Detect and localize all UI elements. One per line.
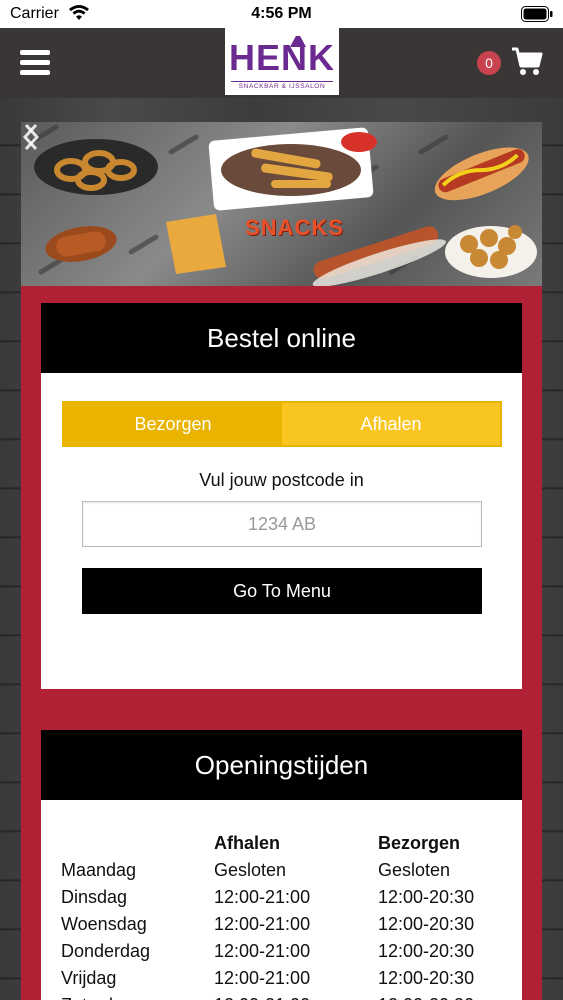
opening-hours-title: Openingstijden	[41, 730, 522, 800]
battery-icon	[521, 6, 553, 22]
day-cell: Woensdag	[61, 914, 147, 934]
table-row: Donderdag 12:00-21:00 12:00-20:30	[61, 938, 508, 965]
table-row: Woensdag 12:00-21:00 12:00-20:30	[61, 911, 508, 938]
pickup-cell: 12:00-21:00	[214, 887, 311, 907]
menu-icon[interactable]	[20, 50, 50, 76]
order-card: Bestel online Bezorgen Afhalen Vul jouw …	[41, 303, 522, 689]
chevron-right-icon[interactable]	[21, 122, 41, 152]
postcode-input[interactable]	[82, 501, 482, 547]
logo-text: HENK	[228, 37, 335, 78]
postcode-label: Vul jouw postcode in	[199, 470, 364, 490]
delivery-mode-toggle: Bezorgen Afhalen	[62, 401, 502, 447]
pickup-cell: 12:00-21:00	[214, 941, 311, 961]
app-header: HENK SNACKBAR & IJSSALON 0	[0, 28, 563, 98]
order-card-title: Bestel online	[41, 303, 522, 373]
column-header-day	[61, 830, 214, 857]
pickup-cell: 12:00-21:00	[214, 992, 378, 1000]
pickup-cell: 12:00-21:00	[214, 968, 311, 988]
go-to-menu-button[interactable]: Go To Menu	[82, 568, 482, 614]
cart-icon[interactable]	[511, 46, 543, 76]
logo-subtitle: SNACKBAR & IJSSALON	[231, 81, 333, 90]
banner-image	[28, 124, 537, 286]
delivery-cell: 12:00-20:30	[378, 968, 475, 988]
pickup-cell: 12:00-21:00	[214, 914, 311, 934]
opening-hours-table: Afhalen Bezorgen Maandag Gesloten Geslot…	[61, 830, 508, 1000]
delivery-cell: 12:00-20:30	[378, 941, 475, 961]
status-time: 4:56 PM	[251, 5, 312, 22]
day-cell: Donderdag	[61, 941, 151, 961]
column-header-afhalen: Afhalen	[214, 833, 281, 853]
day-cell: Vrijdag	[61, 968, 117, 988]
table-header-row: Afhalen Bezorgen	[61, 830, 508, 857]
column-header-bezorgen: Bezorgen	[378, 833, 461, 853]
table-row: Maandag Gesloten Gesloten	[61, 857, 508, 884]
status-bar: Carrier 4:56 PM	[0, 0, 563, 28]
pickup-cell: Gesloten	[214, 860, 287, 880]
table-row: Dinsdag 12:00-21:00 12:00-20:30	[61, 884, 508, 911]
delivery-cell: 12:00-20:30	[378, 914, 475, 934]
delivery-cell: 12:00-20:30	[378, 992, 508, 1000]
delivery-cell: 12:00-20:30	[378, 887, 475, 907]
banner-carousel[interactable]: SNACKS	[21, 122, 542, 286]
opening-hours-card: Openingstijden Afhalen Bezorgen Maandag …	[41, 730, 522, 1000]
day-cell: Dinsdag	[61, 887, 128, 907]
tab-bezorgen[interactable]: Bezorgen	[64, 403, 282, 445]
cart-count-badge[interactable]: 0	[477, 51, 501, 75]
table-row: Vrijdag 12:00-21:00 12:00-20:30	[61, 965, 508, 992]
delivery-cell: Gesloten	[378, 860, 451, 880]
day-cell: Zaterdag	[61, 992, 214, 1000]
tab-afhalen[interactable]: Afhalen	[282, 403, 500, 445]
banner-title: SNACKS	[245, 215, 344, 240]
table-row: Zaterdag 12:00-21:00 12:00-20:30	[61, 992, 508, 1000]
day-cell: Maandag	[61, 860, 137, 880]
logo[interactable]: HENK SNACKBAR & IJSSALON	[225, 28, 339, 95]
